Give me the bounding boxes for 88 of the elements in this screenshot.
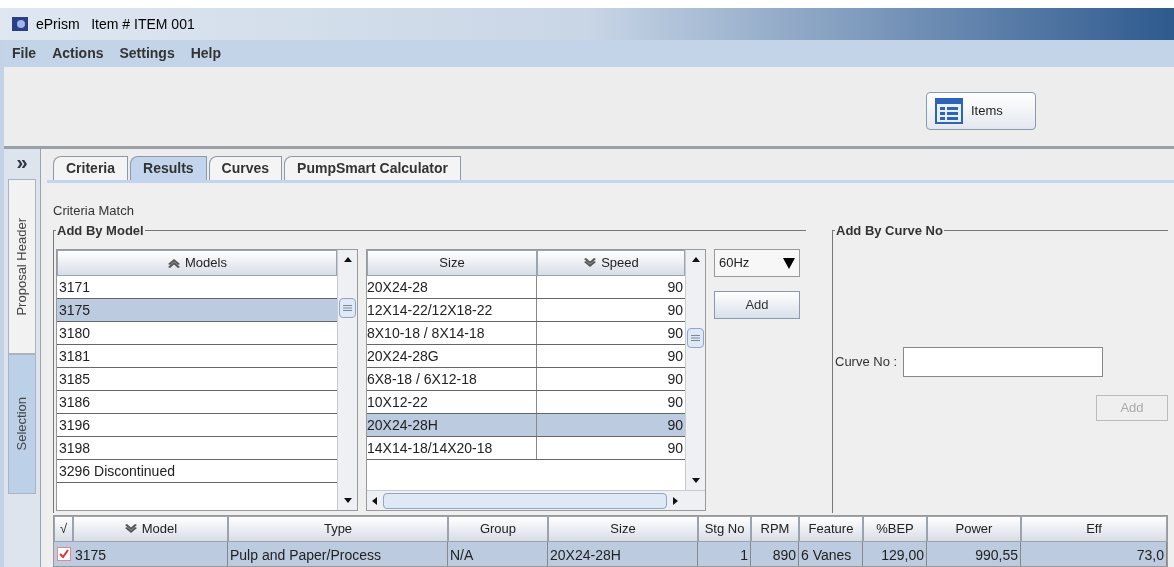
table-cell-text: 90 [666, 324, 684, 343]
triangle-up-icon [690, 255, 701, 265]
table-cell-text: 90 [666, 416, 684, 435]
table-cell: 20X24-28H [367, 414, 537, 436]
criteria-match-label: Criteria Match [53, 202, 135, 219]
column-header[interactable]: Speed [537, 250, 685, 276]
table-cell-text: 90 [666, 301, 684, 320]
add-button[interactable]: Add [714, 291, 800, 319]
column-header[interactable]: RPM [751, 516, 799, 542]
table-cell-text: 90 [666, 347, 684, 366]
column-header[interactable]: Stg No [698, 516, 751, 542]
app-icon [12, 17, 28, 31]
size-row[interactable]: 10X12-22 90 [367, 391, 685, 414]
table-cell-text: 90 [666, 439, 684, 458]
column-header[interactable]: Size [548, 516, 698, 542]
table-cell: 10X12-22 [367, 391, 537, 413]
table-cell: N/A [448, 542, 548, 566]
table-cell: Pulp and Paper/Process [228, 542, 448, 566]
horizontal-scrollbar[interactable] [367, 490, 705, 510]
curve-no-label: Curve No : [835, 353, 898, 372]
tab[interactable]: PumpSmart Calculator [284, 156, 461, 180]
table-cell: 129,00 [863, 542, 927, 566]
side-tab[interactable]: Selection [8, 354, 36, 494]
column-header[interactable]: Feature [799, 516, 863, 542]
table-cell-text: 90 [666, 370, 684, 389]
table-cell: 6 Vanes [799, 542, 863, 566]
size-row[interactable]: 8X10-18 / 8X14-18 90 [367, 322, 685, 345]
result-row[interactable]: 3175 Pulp and Paper/Process N/A 20X24-28H 1 890 6 Vanes 129,00 990,55 73,0 [54, 542, 1167, 566]
table-cell: 20X24-28 [367, 276, 537, 298]
column-header[interactable]: Power [927, 516, 1021, 542]
triangle-left-icon [370, 495, 380, 506]
column-header[interactable]: Group [448, 516, 548, 542]
triangle-down-icon [690, 475, 701, 485]
triangle-up-icon [342, 255, 353, 265]
double-chevron-up-icon [167, 258, 182, 268]
group-title: Add By Model [56, 223, 145, 237]
size-row[interactable]: 12X14-22/12X18-22 90 [367, 299, 685, 322]
grip-icon [691, 335, 700, 341]
menu-item[interactable]: Settings [119, 43, 175, 64]
menu-item[interactable]: Actions [52, 43, 104, 64]
table-cell: 3175 [73, 542, 228, 566]
double-chevron-down-icon [123, 524, 138, 534]
column-header[interactable]: Type [228, 516, 448, 542]
model-row[interactable]: 3175 [57, 299, 337, 322]
list-icon [935, 97, 963, 124]
menu-item[interactable]: Help [190, 43, 222, 64]
window-title: ePrism Item # ITEM 001 [36, 14, 195, 34]
curve-no-field[interactable] [903, 347, 1104, 377]
row-checkbox[interactable] [56, 547, 71, 561]
frequency-dropdown[interactable]: 60Hz [714, 249, 800, 277]
column-header[interactable]: Size [367, 250, 537, 276]
side-tab[interactable]: Proposal Header [8, 179, 36, 354]
column-header[interactable]: Eff [1021, 516, 1167, 542]
size-row[interactable]: 20X24-28G 90 [367, 345, 685, 368]
table-cell: 20X24-28H [548, 542, 698, 566]
expand-button[interactable]: » [4, 149, 40, 179]
table-cell: 73,0 [1021, 542, 1167, 566]
table-cell: 990,55 [927, 542, 1021, 566]
table-cell: 1 [698, 542, 751, 566]
size-row[interactable]: 6X8-18 / 6X12-18 90 [367, 368, 685, 391]
double-chevron-down-icon [583, 258, 598, 268]
vertical-scrollbar[interactable] [337, 250, 357, 510]
table-cell: 890 [751, 542, 799, 566]
size-row[interactable]: 14X14-18/14X20-18 90 [367, 437, 685, 460]
triangle-right-icon [670, 495, 680, 506]
column-header[interactable]: %BEP [863, 516, 927, 542]
table-cell: 6X8-18 / 6X12-18 [367, 368, 537, 390]
vertical-scrollbar[interactable] [685, 250, 705, 490]
table-cell: 14X14-18/14X20-18 [367, 437, 537, 459]
size-row[interactable]: 20X24-28H 90 [367, 414, 685, 437]
tab[interactable]: Criteria [53, 156, 129, 180]
table-cell-text: 90 [666, 278, 684, 297]
column-header[interactable]: √ [54, 516, 73, 542]
column-header[interactable]: Models [57, 250, 337, 276]
column-header[interactable]: Model [73, 516, 228, 542]
size-row[interactable]: 20X24-28 90 [367, 276, 685, 299]
dropdown-arrow-icon [783, 257, 795, 269]
table-cell: 8X10-18 / 8X14-18 [367, 322, 537, 344]
grip-icon [343, 305, 352, 311]
triangle-down-icon [342, 495, 353, 505]
table-cell: 20X24-28G [367, 345, 537, 367]
tab[interactable]: Results [130, 156, 207, 180]
table-cell-text: 90 [666, 393, 684, 412]
menu-item[interactable]: File [12, 43, 37, 64]
table-cell: 12X14-22/12X18-22 [367, 299, 537, 321]
items-button[interactable]: Items [926, 91, 1036, 130]
group-title: Add By Curve No [835, 223, 944, 237]
tab[interactable]: Curves [208, 156, 283, 180]
